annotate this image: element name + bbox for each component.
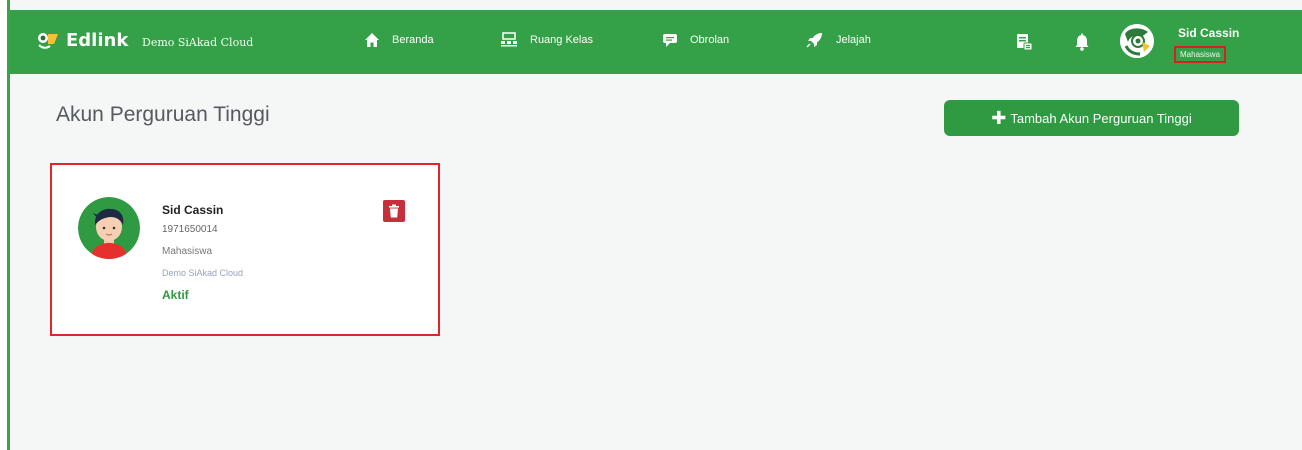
user-name[interactable]: Sid Cassin (1178, 26, 1239, 40)
edlink-logo-icon (36, 28, 60, 52)
chat-icon (663, 34, 677, 47)
brand-name: Edlink (66, 29, 129, 51)
account-avatar (78, 197, 140, 259)
nav-beranda-label: Beranda (392, 34, 434, 46)
nav-jelajah-label: Jelajah (836, 34, 871, 46)
plus-icon: ✚ (991, 107, 1007, 128)
rocket-icon (806, 33, 822, 48)
left-rail (0, 0, 10, 450)
add-account-button-label: Tambah Akun Perguruan Tinggi (1010, 110, 1192, 126)
account-status: Aktif (162, 288, 189, 302)
page: Edlink Demo SiAkad Cloud Beranda Ruang K… (0, 0, 1302, 450)
brand[interactable]: Edlink (36, 28, 128, 52)
account-role: Mahasiswa (162, 246, 213, 257)
top-navbar: Edlink Demo SiAkad Cloud Beranda Ruang K… (10, 10, 1302, 74)
nav-ruang-kelas[interactable]: Ruang Kelas (500, 32, 593, 48)
nav-beranda[interactable]: Beranda (364, 32, 434, 48)
delete-account-button[interactable] (383, 200, 405, 222)
nav-ruang-kelas-label: Ruang Kelas (530, 34, 593, 46)
trash-icon (389, 204, 399, 218)
user-role[interactable]: Mahasiswa (1174, 46, 1227, 63)
account-nim: 1971650014 (162, 224, 218, 235)
institution-name: Demo SiAkad Cloud (142, 36, 254, 49)
nav-jelajah[interactable]: Jelajah (806, 32, 871, 48)
account-campus: Demo SiAkad Cloud (162, 268, 244, 278)
page-title: Akun Perguruan Tinggi (56, 103, 270, 126)
bell-icon[interactable] (1072, 32, 1092, 52)
home-icon (365, 33, 379, 47)
classroom-icon (501, 32, 517, 47)
document-icon[interactable] (1014, 32, 1034, 52)
add-account-button[interactable]: ✚ Tambah Akun Perguruan Tinggi (944, 100, 1239, 136)
nav-obrolan[interactable]: Obrolan (662, 32, 729, 48)
account-name: Sid Cassin (162, 203, 224, 217)
account-card[interactable]: Sid Cassin 1971650014 Mahasiswa Demo SiA… (50, 163, 440, 336)
user-avatar[interactable] (1120, 24, 1154, 58)
nav-obrolan-label: Obrolan (690, 34, 730, 46)
